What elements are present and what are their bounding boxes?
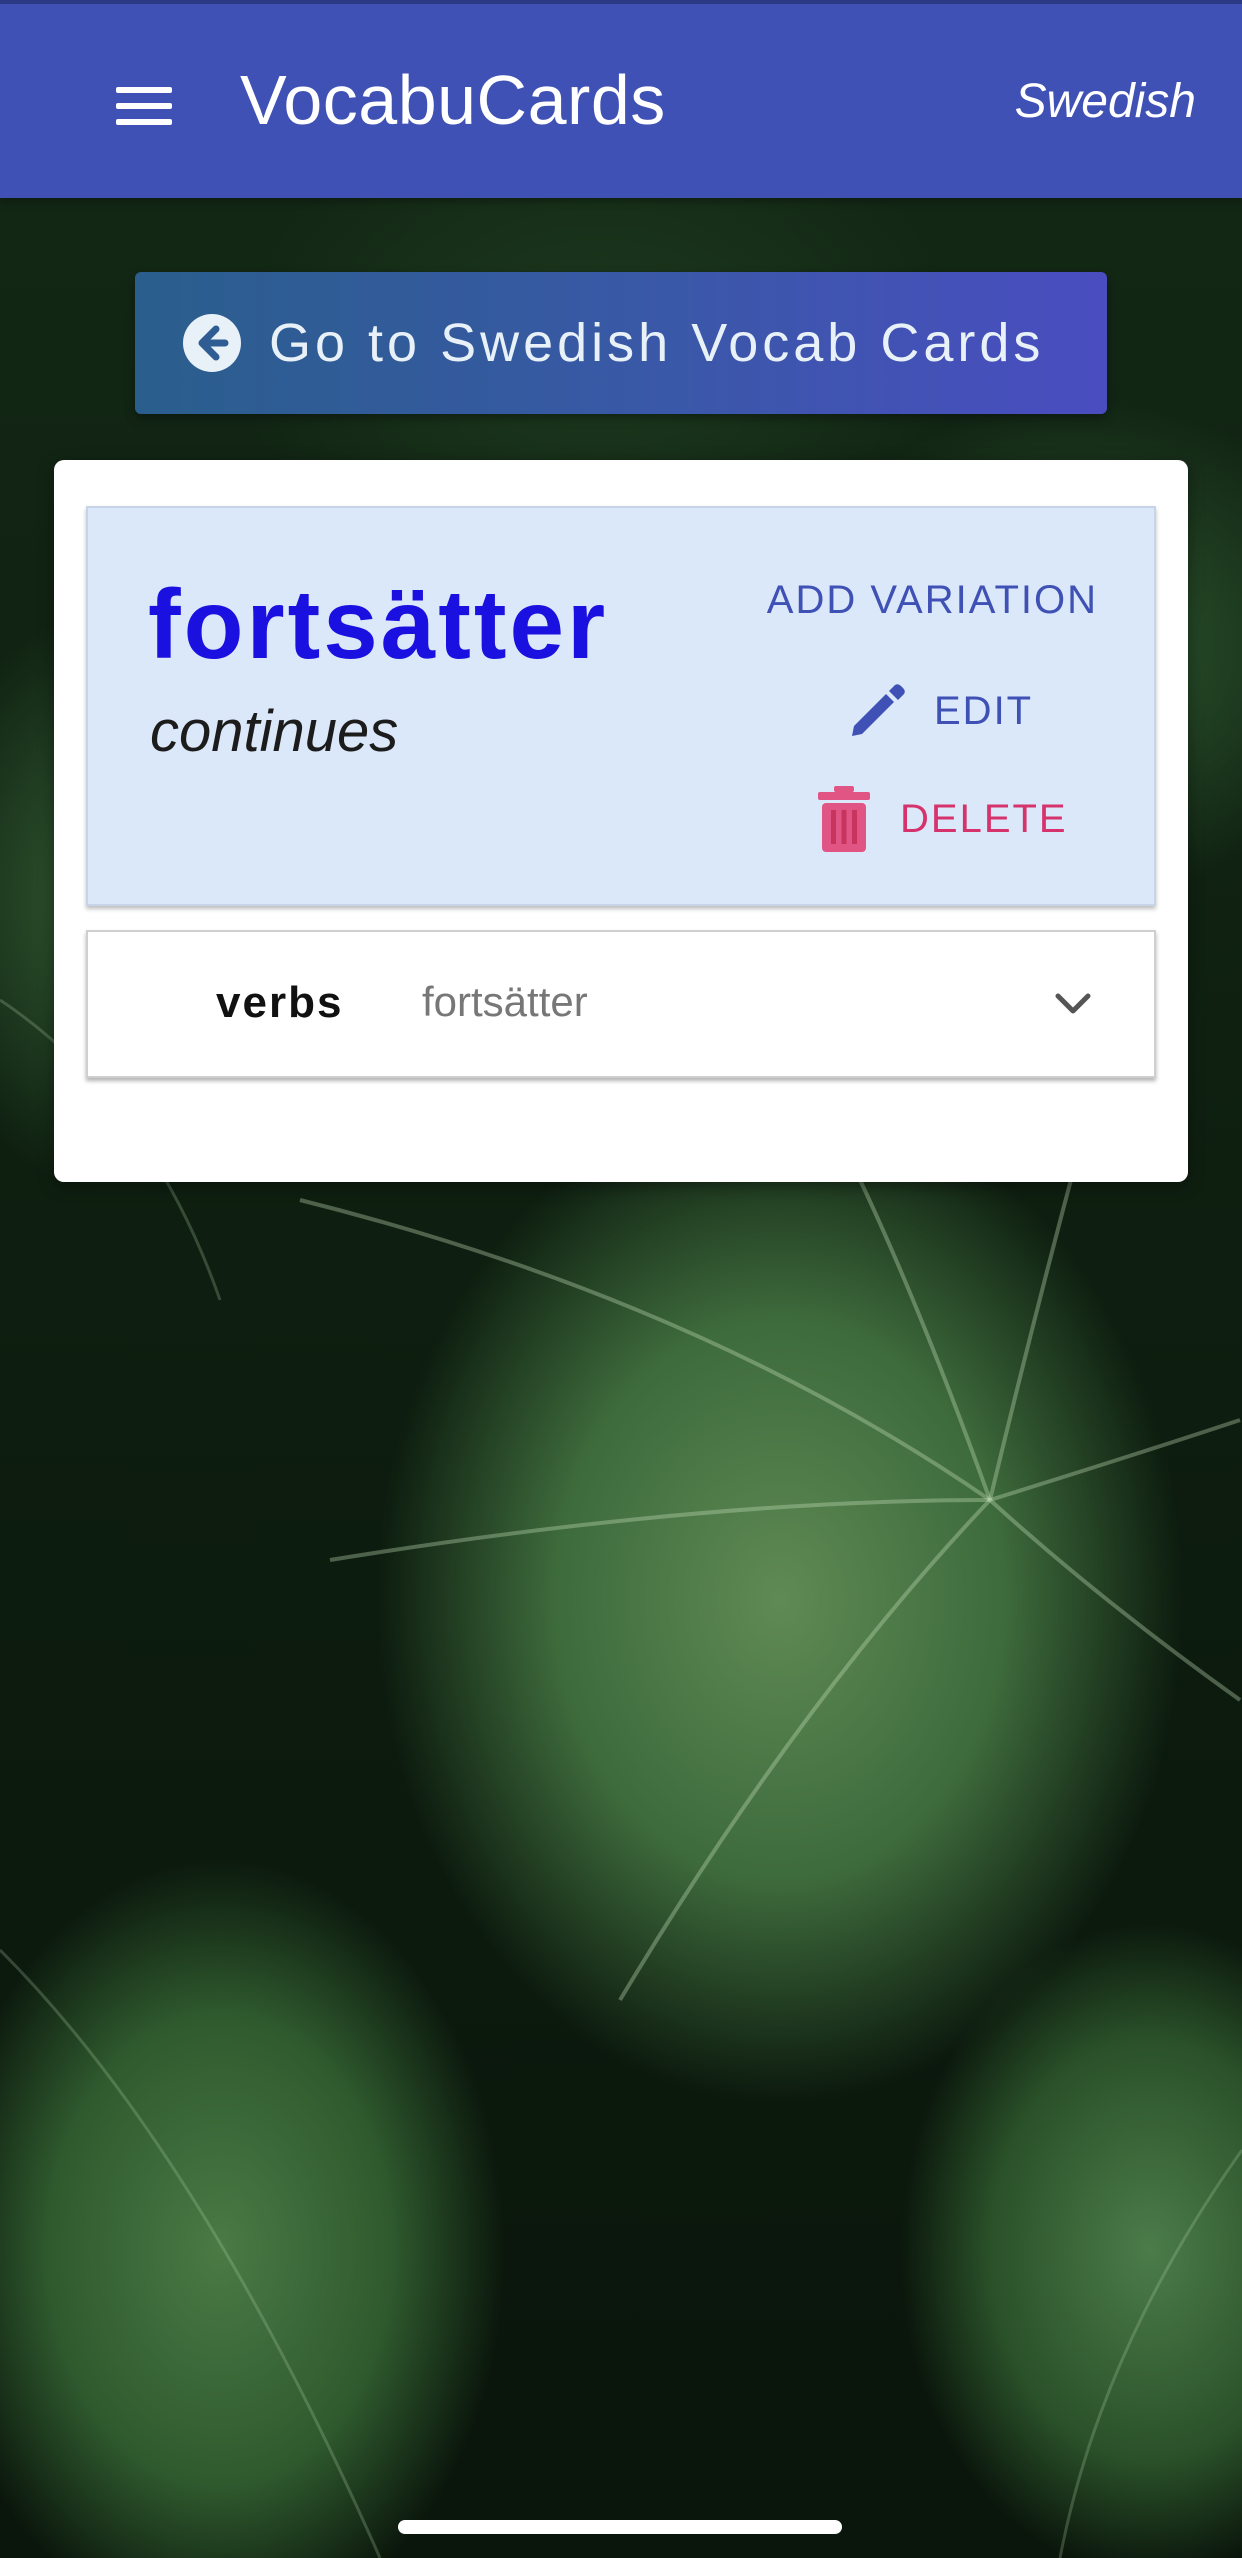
language-indicator[interactable]: Swedish [1015,74,1196,129]
variation-row[interactable]: verbs fortsätter [86,930,1156,1078]
add-variation-button[interactable]: ADD VARIATION [767,578,1098,623]
back-to-vocab-cards-button[interactable]: Go to Swedish Vocab Cards [135,272,1107,414]
home-indicator[interactable] [398,2520,842,2534]
hamburger-menu-icon [116,87,172,125]
vocab-card: fortsätter continues ADD VARIATION EDIT … [54,460,1188,1182]
menu-button[interactable] [100,66,188,146]
delete-button[interactable]: DELETE [816,784,1068,854]
app-bar: VocabuCards Swedish [0,0,1242,198]
trash-icon [818,786,870,852]
pencil-icon [852,684,905,736]
edit-button[interactable]: EDIT [846,676,1033,746]
variation-value: fortsätter [422,978,588,1025]
edit-label: EDIT [934,688,1034,733]
term-text: fortsätter [148,569,609,679]
arrow-circle-left-icon [183,314,241,372]
variation-category: verbs [216,978,344,1027]
chevron-down-icon[interactable] [1052,982,1094,1024]
translation-text: continues [150,699,399,764]
back-button-label: Go to Swedish Vocab Cards [269,313,1045,373]
app-title: VocabuCards [240,61,666,139]
word-panel: fortsätter continues ADD VARIATION EDIT … [86,506,1156,906]
delete-label: DELETE [900,796,1068,841]
